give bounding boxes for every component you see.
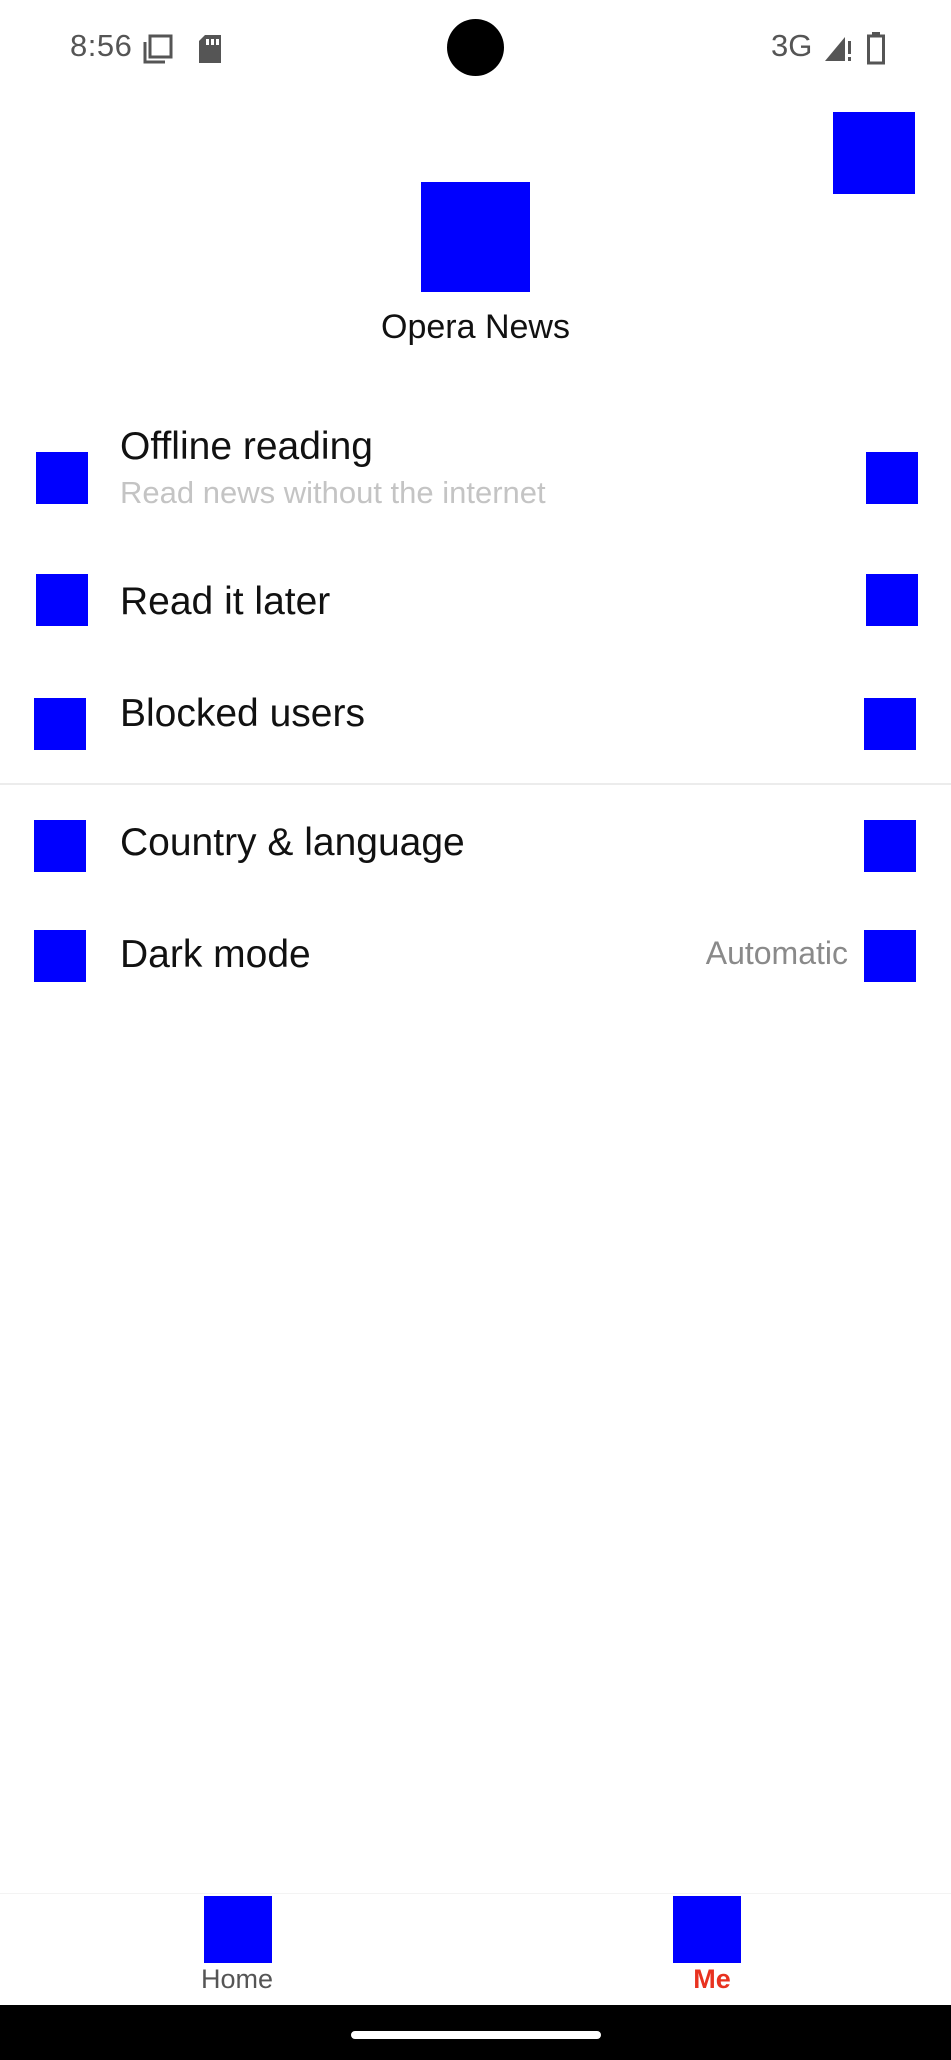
section-divider (0, 783, 951, 785)
menu-item-title: Dark mode (120, 933, 311, 976)
menu-item-title: Read it later (120, 580, 331, 623)
gesture-bar (0, 2005, 951, 2060)
tab-me[interactable]: Me (612, 1894, 812, 2006)
menu-item-subtitle: Read news without the internet (120, 475, 546, 510)
tab-home[interactable]: Home (137, 1894, 337, 2006)
block-user-icon (34, 698, 86, 750)
chevron-right-icon (866, 574, 918, 626)
chevron-right-icon (864, 698, 916, 750)
gift-icon[interactable] (833, 112, 915, 194)
offline-icon (36, 452, 88, 504)
home-gesture-handle[interactable] (351, 2031, 601, 2039)
tab-home-label: Home (200, 1964, 274, 1994)
screenshot-icon (143, 34, 173, 69)
app-name: Opera News (381, 308, 570, 346)
menu-item-read-it-later[interactable]: Read it later (0, 560, 951, 650)
menu-item-country-language[interactable]: Country & language (0, 805, 951, 895)
chevron-right-icon (864, 820, 916, 872)
menu-item-dark-mode[interactable]: Dark mode Automatic (0, 915, 951, 1005)
bottom-nav: Home Me (0, 1893, 951, 2005)
status-time: 8:56 (70, 28, 133, 63)
moon-icon (34, 930, 86, 982)
menu-item-blocked-users[interactable]: Blocked users (0, 680, 951, 770)
front-camera (447, 19, 504, 76)
tab-me-label: Me (693, 1964, 731, 1994)
menu-item-title: Country & language (120, 821, 465, 864)
globe-icon (34, 820, 86, 872)
chevron-right-icon (866, 452, 918, 504)
page: 8:56 3G Opera News Offline reading Read … (0, 0, 951, 2060)
dark-mode-value: Automatic (705, 935, 848, 971)
menu-item-offline-reading[interactable]: Offline reading Read news without the in… (0, 420, 951, 532)
bookmark-icon (36, 574, 88, 626)
home-icon (204, 1896, 272, 1963)
menu-item-title: Blocked users (120, 692, 365, 735)
network-type: 3G (771, 28, 813, 63)
profile-icon (673, 1896, 741, 1963)
signal-icon (823, 33, 853, 68)
battery-icon (866, 31, 886, 70)
sd-card-icon (197, 34, 223, 69)
status-bar: 8:56 3G (0, 0, 951, 96)
chevron-right-icon (864, 930, 916, 982)
menu-item-title: Offline reading (120, 425, 373, 468)
opera-news-logo (421, 182, 530, 292)
